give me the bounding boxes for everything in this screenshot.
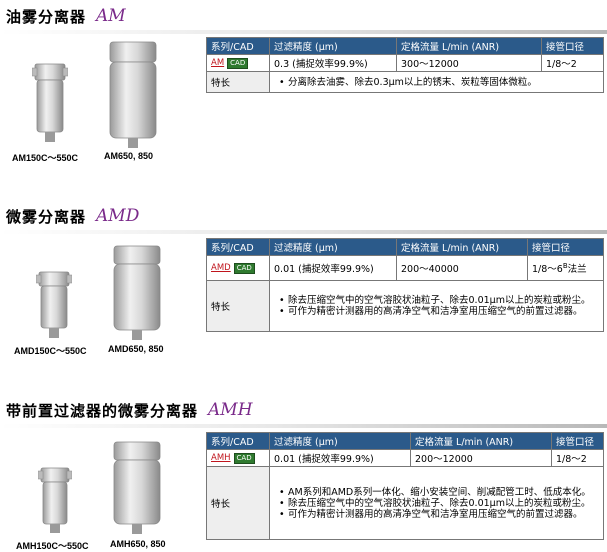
flow-cell: 200～40000 [396, 255, 528, 281]
spec-table: 系列/CAD 过滤精度 (μm) 定格流量 L/min (ANR) 接管口径 A… [206, 37, 604, 93]
product-caption-small: AM150C～550C [12, 153, 79, 163]
title-divider [0, 230, 607, 234]
series-cell: AMH CAD [206, 449, 270, 467]
feature-item: 除去压缩空气中的空气溶胶状油粒子、除去0.01μm以上的炭粒或粉尘。 [279, 295, 599, 306]
header-series: 系列/CAD [206, 432, 270, 450]
feature-item: 分离除去油雾、除去0.3μm以上的锈末、炭粒等固体微粒。 [279, 77, 599, 88]
port-cell: 1/8～2 [541, 54, 604, 72]
feature-body: AM系列和AMD系列一体化、缩小安装空间、削减配管工时、低成本化。 除去压缩空气… [269, 466, 604, 540]
section-title: 带前置过滤器的微雾分离器 AMH [6, 398, 253, 422]
header-port: 接管口径 [541, 37, 604, 55]
feature-body: 分离除去油雾、除去0.3μm以上的锈末、炭粒等固体微粒。 [269, 71, 604, 93]
section-title: 微雾分离器 AMD [6, 204, 139, 228]
model-link[interactable]: AMD [211, 263, 231, 273]
filter-large-image [109, 41, 157, 148]
port-cell: 1/8～6B法兰 [527, 255, 604, 281]
header-port: 接管口径 [551, 432, 604, 450]
header-precision: 过滤精度 (μm) [269, 37, 397, 55]
flow-cell: 300～12000 [396, 54, 542, 72]
header-precision: 过滤精度 (μm) [269, 432, 411, 450]
cad-badge[interactable]: CAD [227, 58, 249, 69]
header-flow: 定格流量 L/min (ANR) [396, 37, 542, 55]
header-series: 系列/CAD [206, 238, 270, 256]
header-flow: 定格流量 L/min (ANR) [410, 432, 552, 450]
section-title-cn: 带前置过滤器的微雾分离器 [6, 401, 199, 420]
product-caption-large: AMH650, 850 [110, 539, 166, 549]
flow-cell: 200～12000 [410, 449, 552, 467]
cad-badge[interactable]: CAD [233, 453, 255, 464]
product-caption-small: AMH150C～550C [16, 541, 89, 551]
section-title-model: AMD [96, 206, 140, 226]
filter-small-image [38, 467, 72, 533]
section-title-model: AM [96, 6, 126, 26]
title-divider [0, 424, 607, 428]
precision-cell: 0.01 (捕捉效率99.9%) [269, 255, 397, 281]
feature-label: 特长 [206, 71, 270, 93]
section-title-model: AMH [208, 400, 253, 420]
series-cell: AMD CAD [206, 255, 270, 281]
feature-item: 可作为精密计测器用的高清净空气和洁净室用压缩空气的前置过滤器。 [279, 509, 599, 520]
cad-badge[interactable]: CAD [233, 263, 255, 274]
product-caption-small: AMD150C～550C [14, 346, 87, 356]
title-divider [0, 30, 607, 34]
section-title: 油雾分离器 AM [6, 4, 126, 28]
filter-large-image [113, 245, 161, 340]
product-caption-large: AMD650, 850 [108, 344, 164, 354]
feature-item: AM系列和AMD系列一体化、缩小安装空间、削减配管工时、低成本化。 [279, 487, 599, 498]
product-caption-large: AM650, 850 [104, 151, 154, 161]
header-flow: 定格流量 L/min (ANR) [396, 238, 528, 256]
header-series: 系列/CAD [206, 37, 270, 55]
model-link[interactable]: AMH [211, 453, 231, 463]
filter-large-image [113, 441, 161, 534]
feature-label: 特长 [206, 466, 270, 540]
feature-label: 特长 [206, 280, 270, 332]
port-range: 1/8～6 [532, 264, 563, 275]
filter-small-image [32, 63, 68, 142]
feature-item: 可作为精密计测器用的高清净空气和洁净室用压缩空气的前置过滤器。 [279, 306, 599, 317]
section-title-cn: 油雾分离器 [6, 7, 87, 26]
precision-cell: 0.3 (捕捉效率99.9%) [269, 54, 397, 72]
filter-small-image [36, 271, 72, 338]
spec-table: 系列/CAD 过滤精度 (μm) 定格流量 L/min (ANR) 接管口径 A… [206, 238, 604, 332]
header-precision: 过滤精度 (μm) [269, 238, 397, 256]
precision-cell: 0.01 (捕捉效率99.9%) [269, 449, 411, 467]
feature-item: 除去压缩空气中的空气溶胶状油粒子、除去0.01μm以上的炭粒或粉尘。 [279, 498, 599, 509]
series-cell: AM CAD [206, 54, 270, 72]
spec-table: 系列/CAD 过滤精度 (μm) 定格流量 L/min (ANR) 接管口径 A… [206, 432, 604, 540]
feature-body: 除去压缩空气中的空气溶胶状油粒子、除去0.01μm以上的炭粒或粉尘。 可作为精密… [269, 280, 604, 332]
section-title-cn: 微雾分离器 [6, 207, 87, 226]
port-flange: 法兰 [567, 264, 587, 275]
port-cell: 1/8～2 [551, 449, 604, 467]
header-port: 接管口径 [527, 238, 604, 256]
model-link[interactable]: AM [211, 58, 224, 68]
